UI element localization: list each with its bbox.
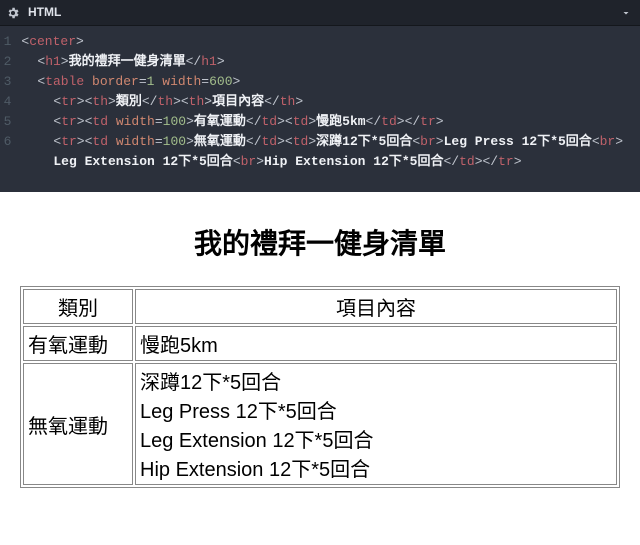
code-area[interactable]: <center><h1>我的禮拜一健身清單</h1><table border=… [19, 26, 640, 172]
table-cell: 慢跑5km [135, 326, 617, 361]
editor-title: HTML [28, 3, 61, 22]
gear-icon[interactable] [6, 6, 20, 20]
line-number: 3 [0, 72, 11, 92]
line-gutter: 1 2 3 4 5 6 [0, 26, 19, 172]
line-number: 5 [0, 112, 11, 132]
chevron-down-icon[interactable] [618, 5, 634, 21]
table-cell: 深蹲12下*5回合 Leg Press 12下*5回合 Leg Extensio… [135, 363, 617, 485]
preview-pane: 我的禮拜一健身清單 類別 項目內容 有氧運動 慢跑5km 無氧運動 深蹲12下*… [0, 192, 640, 528]
line-number: 4 [0, 92, 11, 112]
table-header-cell: 類別 [23, 289, 133, 324]
editor-header: HTML [0, 0, 640, 26]
line-number: 1 [0, 32, 11, 52]
line-number: 2 [0, 52, 11, 72]
line-number: 6 [0, 132, 11, 152]
page-heading: 我的禮拜一健身清單 [20, 222, 620, 262]
table-row: 無氧運動 深蹲12下*5回合 Leg Press 12下*5回合 Leg Ext… [23, 363, 617, 485]
table-header-cell: 項目內容 [135, 289, 617, 324]
code-editor-panel: HTML 1 2 3 4 5 6 <center><h1>我的禮拜一健身清單</… [0, 0, 640, 192]
table-cell: 無氧運動 [23, 363, 133, 485]
table-header-row: 類別 項目內容 [23, 289, 617, 324]
code-body[interactable]: 1 2 3 4 5 6 <center><h1>我的禮拜一健身清單</h1><t… [0, 26, 640, 172]
workout-table: 類別 項目內容 有氧運動 慢跑5km 無氧運動 深蹲12下*5回合 Leg Pr… [20, 286, 620, 488]
table-cell: 有氧運動 [23, 326, 133, 361]
table-row: 有氧運動 慢跑5km [23, 326, 617, 361]
